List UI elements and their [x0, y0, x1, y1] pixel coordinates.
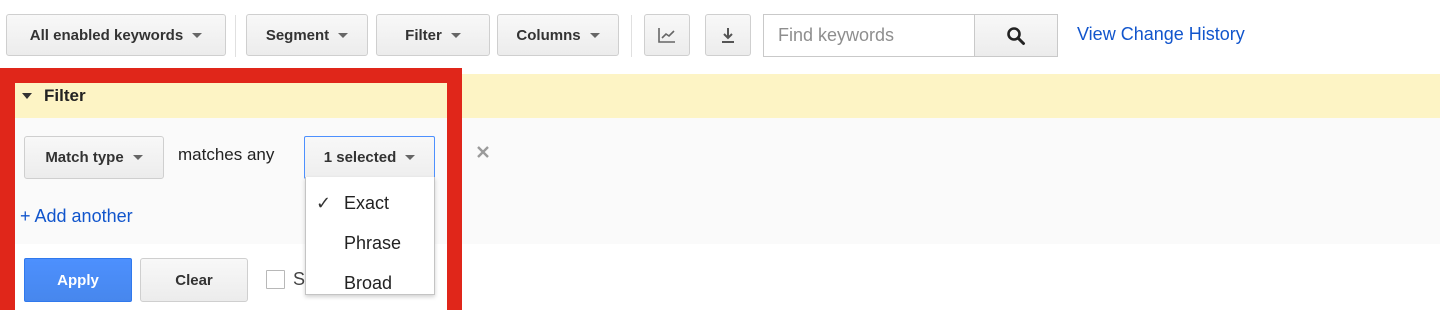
- keywords-status-dropdown[interactable]: All enabled keywords: [6, 14, 226, 56]
- magnifier-icon: [1007, 26, 1025, 45]
- option-label: Exact: [344, 192, 390, 213]
- remove-condition-button[interactable]: [471, 140, 495, 164]
- filter-label: Filter: [405, 26, 442, 44]
- apply-button[interactable]: Apply: [24, 258, 132, 302]
- match-value-label: 1 selected: [323, 149, 397, 166]
- add-another-link[interactable]: + Add another: [20, 206, 133, 227]
- match-type-label: Match type: [45, 149, 124, 166]
- match-type-options-menu: ✓ Exact Phrase Broad: [305, 177, 435, 295]
- clear-label: Clear: [175, 271, 213, 289]
- download-button[interactable]: [705, 14, 751, 56]
- chart-toggle-button[interactable]: [644, 14, 690, 56]
- option-label: Broad: [344, 272, 393, 293]
- columns-label: Columns: [516, 26, 581, 44]
- save-filter-label: S: [293, 269, 306, 289]
- match-value-select[interactable]: 1 selected: [304, 136, 435, 179]
- option-label: Phrase: [344, 232, 402, 253]
- save-filter-checkbox[interactable]: [266, 270, 285, 289]
- chevron-down-icon: [132, 155, 143, 160]
- option-exact[interactable]: ✓ Exact: [306, 183, 434, 223]
- filter-header-band: [0, 74, 1440, 118]
- toolbar-divider: [235, 15, 236, 57]
- condition-operator: matches any: [178, 145, 275, 164]
- option-phrase[interactable]: Phrase: [306, 223, 434, 263]
- filter-button[interactable]: Filter: [376, 14, 490, 56]
- chevron-down-icon: [405, 155, 416, 160]
- option-broad[interactable]: Broad: [306, 263, 434, 294]
- filter-panel-title: Filter: [44, 86, 86, 105]
- search-button[interactable]: [974, 14, 1058, 57]
- view-change-history-link[interactable]: View Change History: [1077, 24, 1245, 45]
- clear-button[interactable]: Clear: [140, 258, 248, 302]
- line-chart-icon: [658, 28, 675, 43]
- segment-label: Segment: [265, 26, 330, 44]
- find-keywords-input[interactable]: [763, 14, 975, 57]
- filter-header-toggle[interactable]: Filter: [22, 85, 86, 107]
- columns-button[interactable]: Columns: [497, 14, 619, 56]
- keywords-status-label: All enabled keywords: [29, 26, 184, 44]
- match-type-dropdown[interactable]: Match type: [24, 136, 164, 179]
- checkmark-icon: ✓: [316, 192, 332, 213]
- chevron-down-icon: [192, 32, 203, 38]
- download-icon: [722, 28, 734, 43]
- segment-button[interactable]: Segment: [246, 14, 368, 56]
- chevron-down-icon: [589, 32, 600, 38]
- filter-body: [0, 118, 1440, 244]
- close-icon: [477, 146, 489, 158]
- apply-label: Apply: [57, 271, 99, 289]
- triangle-down-icon: [22, 93, 32, 99]
- chevron-down-icon: [450, 32, 461, 38]
- chevron-down-icon: [338, 32, 349, 38]
- toolbar-divider: [631, 15, 632, 57]
